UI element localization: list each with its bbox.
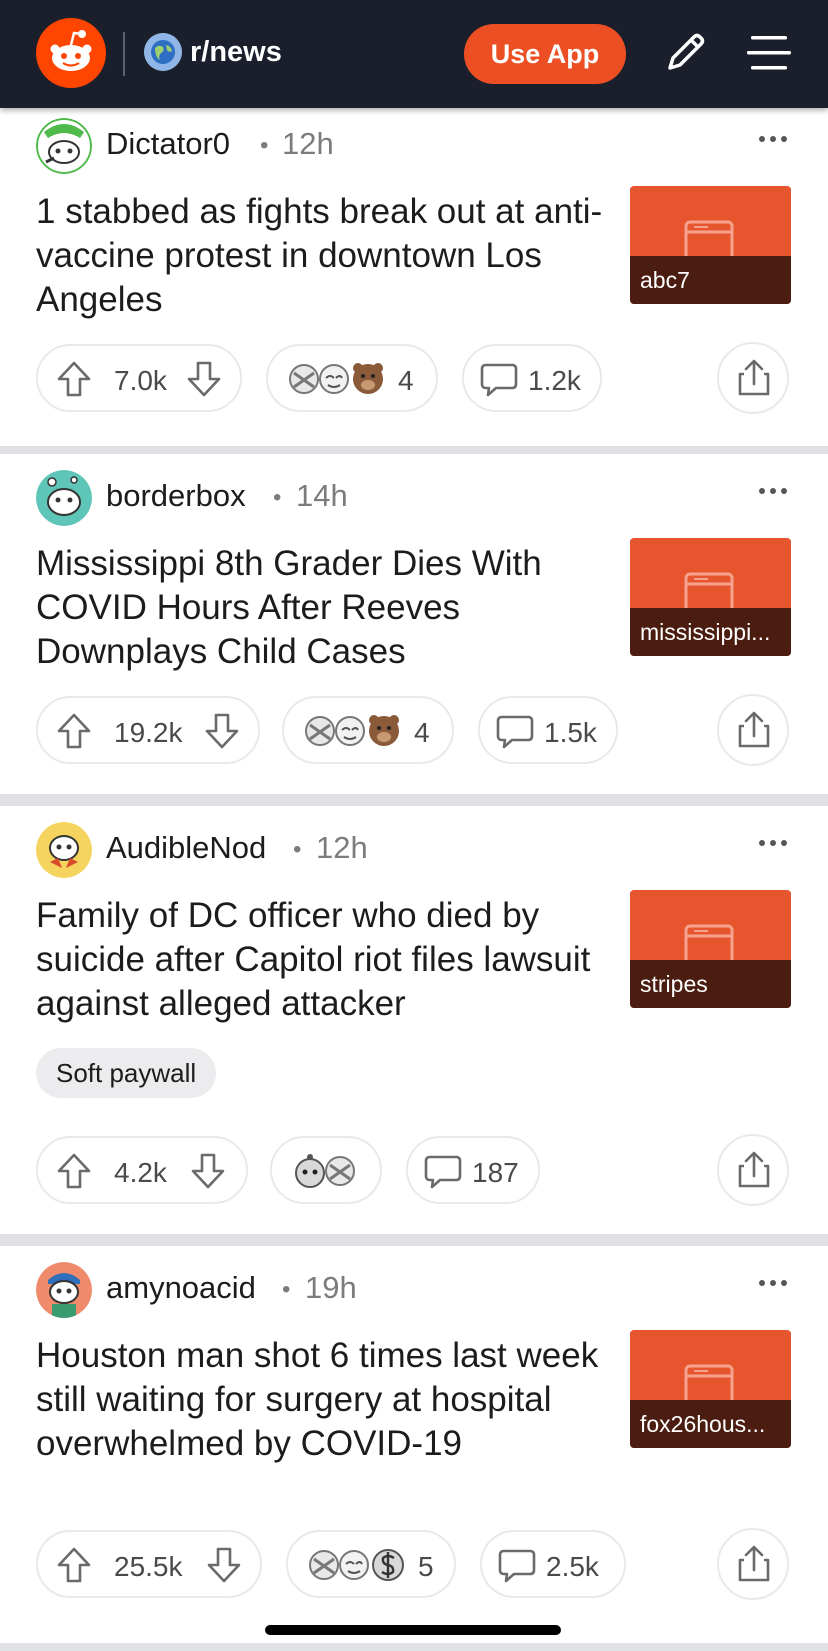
- separator-dot: •: [260, 132, 269, 159]
- post-title[interactable]: Houston man shot 6 times last week still…: [36, 1334, 606, 1466]
- use-app-button[interactable]: Use App: [464, 24, 626, 84]
- award-count: 5: [418, 1551, 434, 1582]
- comment-count: 2.5k: [546, 1551, 599, 1582]
- post-time: 12h: [316, 830, 368, 865]
- post-author[interactable]: borderbox: [106, 478, 246, 514]
- award-count: 4: [414, 717, 430, 748]
- post-author[interactable]: AudibleNod: [106, 830, 266, 866]
- comment-count: 187: [472, 1157, 519, 1188]
- post-thumbnail[interactable]: abc7: [630, 186, 791, 304]
- downvote-icon[interactable]: [190, 1152, 226, 1190]
- subreddit-name[interactable]: r/news: [190, 36, 282, 69]
- share-button[interactable]: [717, 1134, 789, 1206]
- comment-count: 1.2k: [528, 365, 581, 396]
- awards-pill[interactable]: 4: [282, 696, 454, 764]
- award-icons: [295, 1154, 355, 1188]
- vote-count: 25.5k: [114, 1551, 183, 1582]
- awards-pill[interactable]: 4: [266, 344, 438, 412]
- more-options-icon[interactable]: [758, 1276, 788, 1290]
- awards-pill[interactable]: [270, 1136, 382, 1204]
- separator-dot: •: [293, 836, 302, 863]
- hamburger-menu-icon[interactable]: [745, 30, 793, 76]
- award-count: 4: [398, 365, 414, 396]
- upvote-icon[interactable]: [56, 360, 92, 398]
- post-title[interactable]: 1 stabbed as fights break out at anti-va…: [36, 190, 606, 322]
- comment-icon: [480, 363, 518, 397]
- vote-pill: 25.5k: [36, 1530, 262, 1598]
- comments-pill[interactable]: 2.5k: [480, 1530, 626, 1598]
- vote-count: 7.0k: [114, 365, 167, 396]
- vote-pill: 4.2k: [36, 1136, 248, 1204]
- upvote-icon[interactable]: [56, 1152, 92, 1190]
- post-card[interactable]: amynoacid • 19h Houston man shot 6 times…: [0, 1246, 828, 1643]
- downvote-icon[interactable]: [206, 1546, 242, 1584]
- awards-pill[interactable]: 5: [286, 1530, 456, 1598]
- post-time: 19h: [305, 1270, 357, 1305]
- post-card[interactable]: AudibleNod • 12h Family of DC officer wh…: [0, 806, 828, 1234]
- share-icon: [738, 1545, 770, 1582]
- avatar[interactable]: [36, 1262, 92, 1318]
- top-navigation-bar: r/news Use App: [0, 0, 828, 108]
- comment-count: 1.5k: [544, 717, 597, 748]
- avatar[interactable]: [36, 822, 92, 878]
- separator-dot: •: [273, 484, 282, 511]
- post-card[interactable]: borderbox • 14h Mississippi 8th Grader D…: [0, 454, 828, 794]
- comment-icon: [498, 1549, 536, 1583]
- comment-icon: [496, 715, 534, 749]
- separator-dot: •: [282, 1276, 291, 1303]
- globe-icon[interactable]: [144, 33, 182, 71]
- comment-icon: [424, 1155, 462, 1189]
- post-thumbnail[interactable]: stripes: [630, 890, 791, 1008]
- vote-pill: 19.2k: [36, 696, 260, 764]
- vote-pill: 7.0k: [36, 344, 242, 412]
- header-divider: [123, 32, 125, 76]
- more-options-icon[interactable]: [758, 836, 788, 850]
- post-flair[interactable]: Soft paywall: [36, 1048, 217, 1098]
- home-indicator[interactable]: [265, 1625, 561, 1635]
- award-icons: [305, 715, 399, 746]
- thumbnail-domain: stripes: [630, 960, 791, 1008]
- more-options-icon[interactable]: [758, 132, 788, 146]
- award-icons: [289, 363, 383, 394]
- share-button[interactable]: [717, 342, 789, 414]
- vote-count: 4.2k: [114, 1157, 167, 1188]
- downvote-icon[interactable]: [204, 712, 240, 750]
- comments-pill[interactable]: 1.2k: [462, 344, 602, 412]
- post-card[interactable]: Dictator0 • 12h 1 stabbed as fights brea…: [0, 108, 828, 446]
- upvote-icon[interactable]: [56, 712, 92, 750]
- post-thumbnail[interactable]: mississippi...: [630, 538, 791, 656]
- post-title[interactable]: Mississippi 8th Grader Dies With COVID H…: [36, 542, 606, 674]
- avatar[interactable]: [36, 470, 92, 526]
- pencil-icon[interactable]: [660, 28, 710, 78]
- thumbnail-domain: fox26hous...: [630, 1400, 791, 1448]
- thumbnail-domain: abc7: [630, 256, 791, 304]
- reddit-snoo-icon[interactable]: [36, 18, 106, 88]
- downvote-icon[interactable]: [186, 360, 222, 398]
- avatar[interactable]: [36, 118, 92, 174]
- post-author[interactable]: amynoacid: [106, 1270, 256, 1306]
- post-author[interactable]: Dictator0: [106, 126, 230, 162]
- share-icon: [738, 359, 770, 396]
- comments-pill[interactable]: 187: [406, 1136, 540, 1204]
- post-thumbnail[interactable]: fox26hous...: [630, 1330, 791, 1448]
- comments-pill[interactable]: 1.5k: [478, 696, 618, 764]
- upvote-icon[interactable]: [56, 1546, 92, 1584]
- more-options-icon[interactable]: [758, 484, 788, 498]
- share-button[interactable]: [717, 694, 789, 766]
- post-title[interactable]: Family of DC officer who died by suicide…: [36, 894, 606, 1026]
- post-time: 12h: [282, 126, 334, 161]
- share-icon: [738, 711, 770, 748]
- award-icons: [309, 1549, 404, 1581]
- vote-count: 19.2k: [114, 717, 183, 748]
- post-time: 14h: [296, 478, 348, 513]
- thumbnail-domain: mississippi...: [630, 608, 791, 656]
- share-icon: [738, 1151, 770, 1188]
- share-button[interactable]: [717, 1528, 789, 1600]
